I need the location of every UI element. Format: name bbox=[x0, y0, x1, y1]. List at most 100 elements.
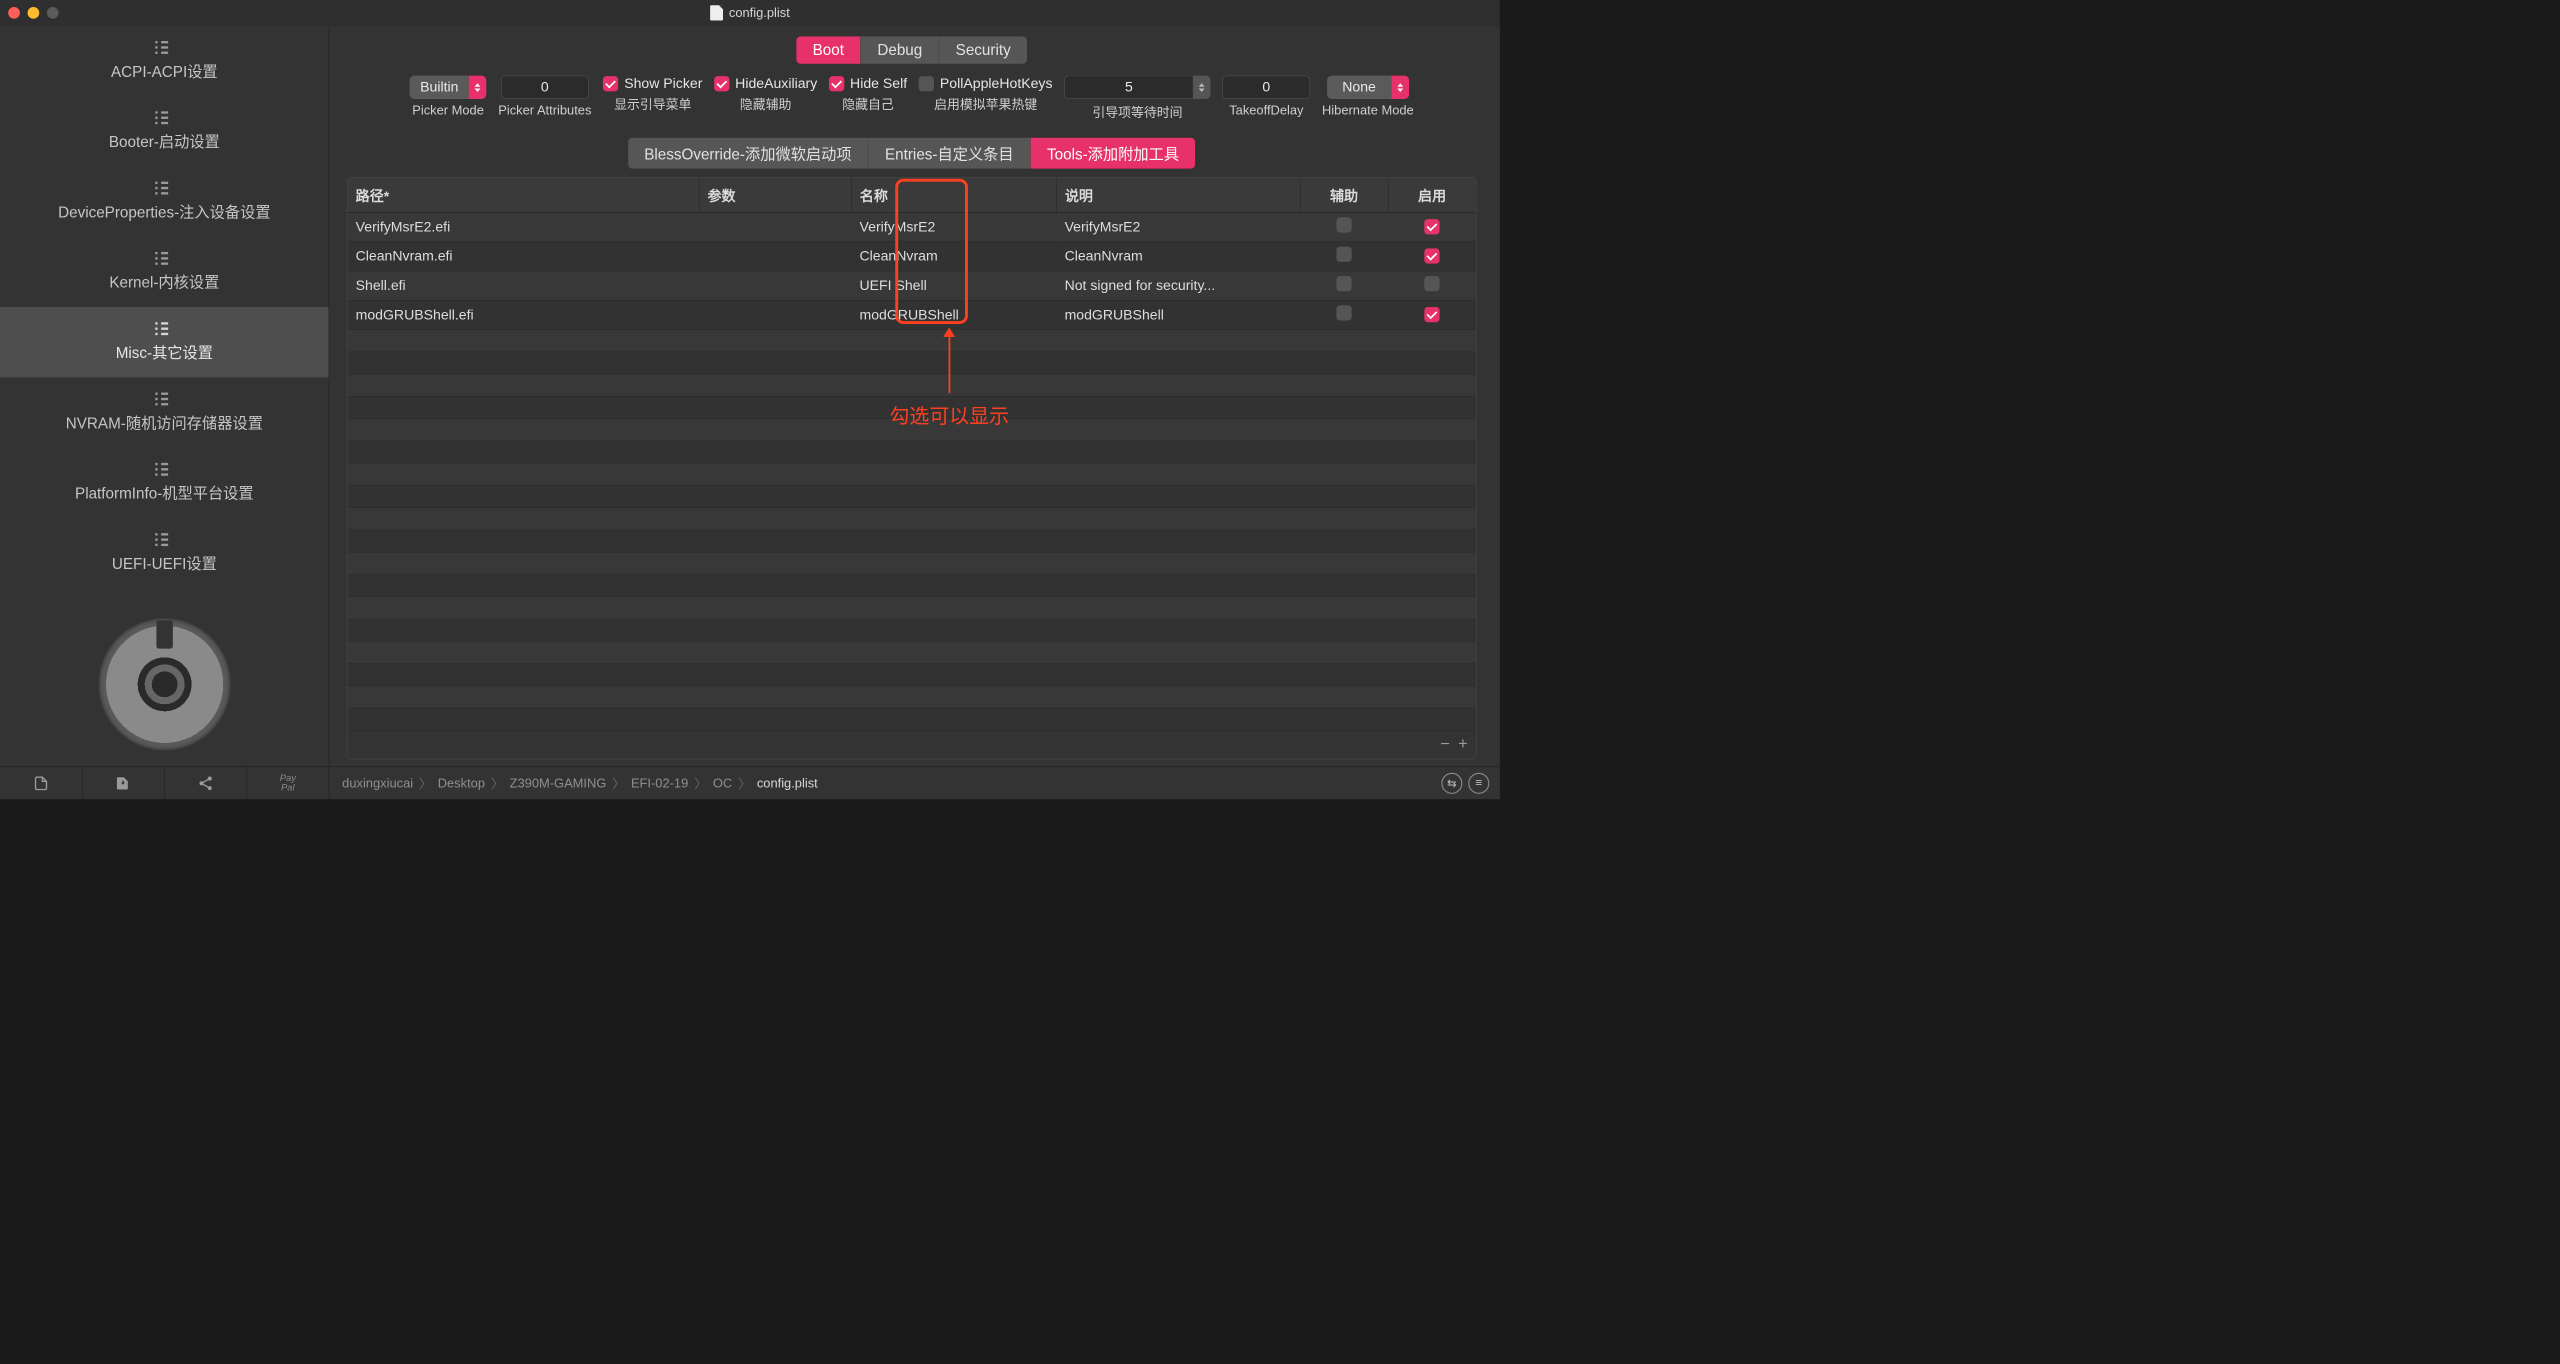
tab-boot[interactable]: Boot bbox=[796, 36, 861, 64]
cell-path: VerifyMsrE2.efi bbox=[347, 212, 699, 241]
aux-checkbox[interactable] bbox=[1336, 217, 1351, 232]
timeout-field[interactable]: 5 bbox=[1064, 76, 1210, 99]
breadcrumb-item[interactable]: duxingxiucai bbox=[342, 775, 413, 790]
table-row[interactable]: Shell.efiUEFI ShellNot signed for securi… bbox=[347, 271, 1475, 300]
breadcrumb-separator: 〉 bbox=[694, 774, 707, 793]
takeoff-delay-field[interactable]: 0 bbox=[1222, 76, 1310, 99]
breadcrumb[interactable]: duxingxiucai〉Desktop〉Z390M-GAMING〉EFI-02… bbox=[329, 774, 1441, 793]
empty-row bbox=[347, 330, 1475, 352]
hide-self-checkbox[interactable] bbox=[829, 76, 844, 91]
col-name[interactable]: 名称 bbox=[851, 178, 1056, 213]
cell-args bbox=[699, 300, 851, 329]
share-button[interactable] bbox=[165, 767, 247, 799]
breadcrumb-item[interactable]: OC bbox=[713, 775, 732, 790]
hide-self-sublabel: 隐藏自己 bbox=[842, 94, 894, 113]
sidebar-item[interactable]: ACPI-ACPI设置 bbox=[0, 26, 329, 96]
enable-checkbox[interactable] bbox=[1424, 307, 1439, 322]
sidebar-item[interactable]: DeviceProperties-注入设备设置 bbox=[0, 166, 329, 236]
col-args[interactable]: 参数 bbox=[699, 178, 851, 213]
sidebar-item[interactable]: NVRAM-随机访问存储器设置 bbox=[0, 377, 329, 447]
list-icon bbox=[161, 533, 168, 546]
export-button[interactable] bbox=[82, 767, 164, 799]
menu-button[interactable]: ≡ bbox=[1468, 773, 1489, 794]
col-desc[interactable]: 说明 bbox=[1056, 178, 1300, 213]
titlebar: config.plist bbox=[0, 0, 1500, 26]
breadcrumb-separator: 〉 bbox=[491, 774, 504, 793]
empty-row bbox=[347, 441, 1475, 463]
sync-button[interactable]: ⇆ bbox=[1441, 773, 1462, 794]
table-row[interactable]: modGRUBShell.efimodGRUBShellmodGRUBShell bbox=[347, 300, 1475, 329]
col-path[interactable]: 路径* bbox=[347, 178, 699, 213]
sidebar-item[interactable]: Kernel-内核设置 bbox=[0, 237, 329, 307]
tab-security[interactable]: Security bbox=[939, 36, 1027, 64]
enable-checkbox[interactable] bbox=[1424, 248, 1439, 263]
sidebar-item[interactable]: Booter-启动设置 bbox=[0, 96, 329, 166]
sidebar-item-label: DeviceProperties-注入设备设置 bbox=[58, 200, 270, 222]
main-panel: BootDebugSecurity Builtin Picker Mode 0 … bbox=[329, 26, 1500, 767]
empty-row bbox=[347, 619, 1475, 641]
col-enable[interactable]: 启用 bbox=[1388, 178, 1476, 213]
document-icon bbox=[710, 5, 723, 20]
add-row-button[interactable]: + bbox=[1458, 734, 1468, 753]
breadcrumb-item[interactable]: Z390M-GAMING bbox=[510, 775, 607, 790]
tab-blessoverride-[interactable]: BlessOverride-添加微软启动项 bbox=[628, 138, 869, 169]
timeout-value: 5 bbox=[1064, 76, 1193, 99]
tab-entries-[interactable]: Entries-自定义条目 bbox=[869, 138, 1031, 169]
breadcrumb-item[interactable]: Desktop bbox=[438, 775, 485, 790]
show-picker-sublabel: 显示引导菜单 bbox=[614, 94, 691, 113]
breadcrumb-item[interactable]: EFI-02-19 bbox=[631, 775, 688, 790]
breadcrumb-item[interactable]: config.plist bbox=[757, 775, 818, 790]
sidebar: ACPI-ACPI设置 Booter-启动设置 DeviceProperties-注… bbox=[0, 26, 329, 767]
top-tabs: BootDebugSecurity bbox=[347, 36, 1477, 64]
hide-auxiliary-sublabel: 隐藏辅助 bbox=[740, 94, 792, 113]
tab-debug[interactable]: Debug bbox=[861, 36, 939, 64]
empty-row bbox=[347, 352, 1475, 374]
picker-mode-dropdown[interactable]: Builtin bbox=[410, 76, 487, 99]
cell-name: CleanNvram bbox=[851, 242, 1056, 271]
title-text: config.plist bbox=[729, 5, 790, 20]
enable-checkbox[interactable] bbox=[1424, 219, 1439, 234]
table-footer-buttons: − + bbox=[1440, 734, 1467, 753]
import-button[interactable] bbox=[0, 767, 82, 799]
picker-attributes-field[interactable]: 0 bbox=[501, 76, 589, 99]
sidebar-item-label: Booter-启动设置 bbox=[109, 130, 220, 152]
maximize-button[interactable] bbox=[47, 7, 59, 19]
col-aux[interactable]: 辅助 bbox=[1300, 178, 1388, 213]
cell-desc: modGRUBShell bbox=[1056, 300, 1300, 329]
poll-apple-hotkeys-checkbox[interactable] bbox=[919, 76, 934, 91]
minimize-button[interactable] bbox=[28, 7, 40, 19]
show-picker-checkbox[interactable] bbox=[603, 76, 618, 91]
sidebar-item[interactable]: Misc-其它设置 bbox=[0, 307, 329, 377]
jog-wheel[interactable] bbox=[0, 602, 329, 766]
empty-row bbox=[347, 664, 1475, 686]
hide-auxiliary-checkbox[interactable] bbox=[714, 76, 729, 91]
aux-checkbox[interactable] bbox=[1336, 247, 1351, 262]
remove-row-button[interactable]: − bbox=[1440, 734, 1450, 753]
table-row[interactable]: VerifyMsrE2.efiVerifyMsrE2VerifyMsrE2 bbox=[347, 212, 1475, 241]
empty-row bbox=[347, 396, 1475, 418]
empty-row bbox=[347, 552, 1475, 574]
table-row[interactable]: CleanNvram.efiCleanNvramCleanNvram bbox=[347, 242, 1475, 271]
empty-row bbox=[347, 530, 1475, 552]
list-icon bbox=[161, 392, 168, 405]
picker-mode-label: Picker Mode bbox=[412, 103, 484, 118]
tab-tools-[interactable]: Tools-添加附加工具 bbox=[1031, 138, 1196, 169]
show-picker-label: Show Picker bbox=[624, 76, 702, 92]
cell-args bbox=[699, 212, 851, 241]
poll-apple-hotkeys-label: PollAppleHotKeys bbox=[940, 76, 1053, 92]
aux-checkbox[interactable] bbox=[1336, 276, 1351, 291]
paypal-button[interactable]: PayPal bbox=[247, 767, 329, 799]
empty-row bbox=[347, 508, 1475, 530]
takeoff-delay-label: TakeoffDelay bbox=[1229, 103, 1303, 118]
cell-name: UEFI Shell bbox=[851, 271, 1056, 300]
empty-row bbox=[347, 686, 1475, 708]
close-button[interactable] bbox=[8, 7, 20, 19]
hibernate-mode-label: Hibernate Mode bbox=[1322, 103, 1414, 118]
hibernate-mode-dropdown[interactable]: None bbox=[1327, 76, 1409, 99]
sidebar-item[interactable]: PlatformInfo-机型平台设置 bbox=[0, 448, 329, 518]
aux-checkbox[interactable] bbox=[1336, 305, 1351, 320]
sidebar-item[interactable]: UEFI-UEFI设置 bbox=[0, 518, 329, 588]
dropdown-arrows-icon bbox=[469, 76, 487, 99]
window-title: config.plist bbox=[710, 5, 790, 20]
enable-checkbox[interactable] bbox=[1424, 276, 1439, 291]
